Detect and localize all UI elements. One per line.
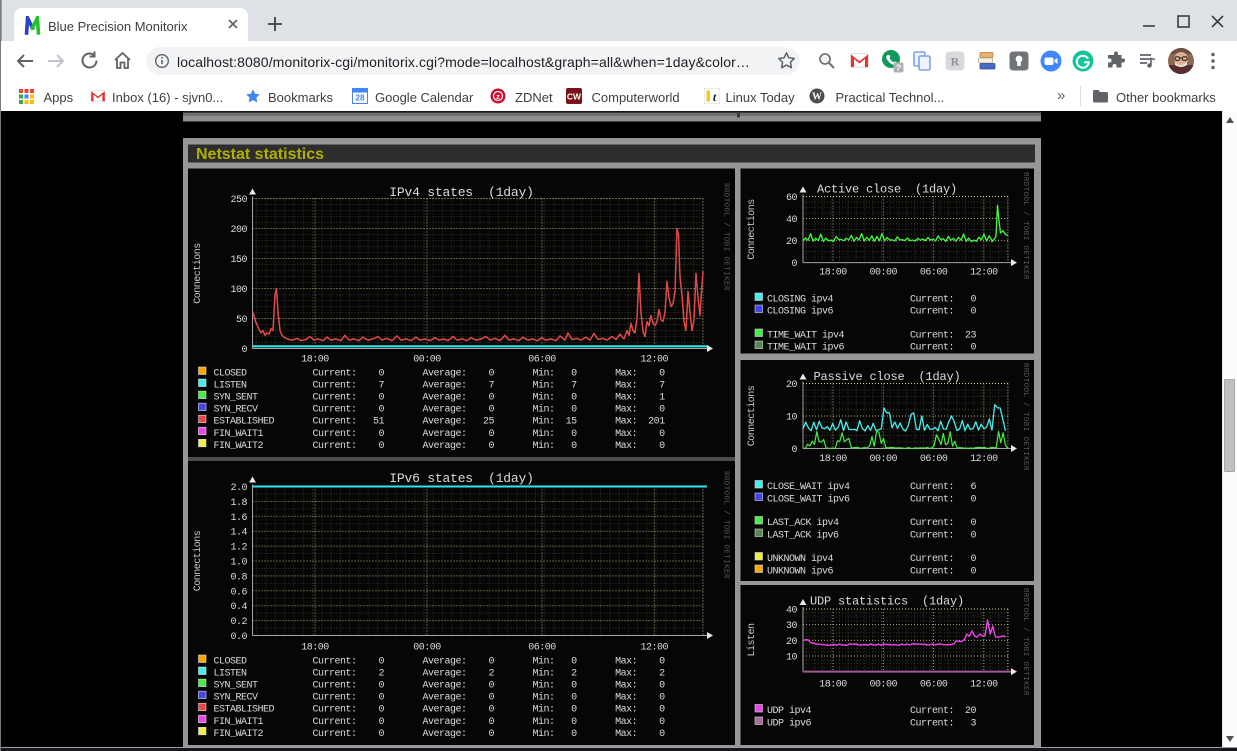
svg-text:0: 0 [241,345,247,356]
svg-text:0.6: 0.6 [230,587,247,598]
svg-text:SYN_SENT Current:: SYN_SENT Current: 0 Average: 0 Min: 0 Ma… [214,392,666,404]
svg-text:LAST_ACK ipv4 Curr: LAST_ACK ipv4 Current: 0 [767,517,977,529]
svg-text:06:00: 06:00 [920,680,948,691]
svg-text:Connections: Connections [192,530,204,591]
svg-text:?: ? [896,63,901,73]
svg-text:Connections: Connections [192,243,204,304]
svg-text:20: 20 [786,380,798,391]
svg-text:0: 0 [791,259,797,270]
svg-text:CLOSED Current:: CLOSED Current: 0 Average: 0 Min: 0 Max:… [214,368,666,380]
svg-text:RRDTOOL / TOBI OETIKER: RRDTOOL / TOBI OETIKER [1021,588,1029,696]
svg-text:LISTEN Current:: LISTEN Current: 7 Average: 7 Min: 7 Max:… [214,380,666,392]
svg-text:IPv4 states (1day): IPv4 states (1day) [389,185,533,200]
svg-text:30: 30 [786,621,798,632]
svg-text:Netstat statistics: Netstat statistics [196,146,324,163]
svg-text:1.0: 1.0 [230,558,247,569]
svg-text:CLOSING ipv6 Curr: CLOSING ipv6 Current: 0 [767,306,977,318]
svg-text:1.4: 1.4 [230,528,247,539]
svg-text:LISTEN Current:: LISTEN Current: 2 Average: 2 Min: 2 Max:… [214,668,666,680]
svg-text:CLOSING ipv4 Curr: CLOSING ipv4 Current: 0 [767,294,977,306]
svg-text:SYN_SENT Current:: SYN_SENT Current: 0 Average: 0 Min: 0 Ma… [214,680,666,692]
svg-text:0: 0 [791,445,797,456]
svg-text:12:00: 12:00 [970,454,998,465]
svg-text:UDP statistics (1day): UDP statistics (1day) [810,595,964,609]
svg-text:RRDTOOL / TOBI OETIKER: RRDTOOL / TOBI OETIKER [1021,172,1029,280]
svg-text:12:00: 12:00 [970,680,998,691]
svg-text:06:00: 06:00 [920,268,948,279]
svg-text:SYN_RECV Current:: SYN_RECV Current: 0 Average: 0 Min: 0 Ma… [214,404,666,416]
svg-text:UDP ipv4 Curr: UDP ipv4 Current: 20 [767,705,977,717]
svg-text:00:00: 00:00 [870,454,898,465]
svg-text:Listen: Listen [746,623,758,657]
svg-text:00:00: 00:00 [413,354,441,365]
svg-text:Passive close (1day): Passive close (1day) [813,370,960,384]
svg-text:W: W [812,92,822,103]
svg-text:40: 40 [786,215,798,226]
svg-text:IPv6 states (1day): IPv6 states (1day) [389,471,533,486]
svg-text:FIN_WAIT2 Current:: FIN_WAIT2 Current: 0 Average: 0 Min: 0 M… [214,440,666,452]
svg-text:CLOSED Current:: CLOSED Current: 0 Average: 0 Min: 0 Max:… [214,656,666,668]
svg-text:R: R [951,55,960,69]
svg-text:0.0: 0.0 [230,632,247,643]
svg-text:FIN_WAIT1 Current:: FIN_WAIT1 Current: 0 Average: 0 Min: 0 M… [214,716,666,728]
svg-text:18:00: 18:00 [301,643,329,654]
svg-text:UDP ipv6 Curr: UDP ipv6 Current: 3 [767,718,977,730]
svg-text:10: 10 [786,413,798,424]
svg-text:1.6: 1.6 [230,513,247,524]
svg-text:1.2: 1.2 [230,543,247,554]
svg-text:20: 20 [786,237,798,248]
svg-text:RRDTOOL / TOBI OETIKER: RRDTOOL / TOBI OETIKER [1021,363,1029,471]
svg-text:18:00: 18:00 [819,268,847,279]
svg-text:100: 100 [230,285,247,296]
svg-text:CW: CW [567,92,582,102]
svg-text:ESTABLISHED Current:: ESTABLISHED Current: 0 Average: 0 Min: 0… [214,704,666,716]
svg-text:RRDTOOL / TOBI OETIKER: RRDTOOL / TOBI OETIKER [722,471,730,579]
svg-text:SYN_RECV Current:: SYN_RECV Current: 0 Average: 0 Min: 0 Ma… [214,692,666,704]
svg-text:2.0: 2.0 [230,483,247,494]
svg-text:CLOSE_WAIT ipv4 Curr: CLOSE_WAIT ipv4 Current: 6 [767,481,977,493]
svg-text:0.4: 0.4 [230,602,247,613]
svg-text:Connections: Connections [746,199,758,260]
svg-text:ESTABLISHED Current: 5: ESTABLISHED Current: 51 Average: 25 Min:… [214,416,666,428]
svg-text:06:00: 06:00 [528,354,556,365]
svg-text:UNKNOWN ipv4 Curr: UNKNOWN ipv4 Current: 0 [767,553,977,565]
svg-text:06:00: 06:00 [920,454,948,465]
svg-text:00:00: 00:00 [870,268,898,279]
svg-text:12:00: 12:00 [641,643,669,654]
svg-text:250: 250 [230,195,247,206]
svg-text:18:00: 18:00 [819,454,847,465]
svg-text:10: 10 [786,653,798,664]
svg-text:LAST_ACK ipv6 Curr: LAST_ACK ipv6 Current: 0 [767,530,977,542]
svg-text:TIME_WAIT ipv6 Curr: TIME_WAIT ipv6 Current: 0 [767,342,977,354]
svg-text:00:00: 00:00 [870,680,898,691]
svg-text:FIN_WAIT2 Current:: FIN_WAIT2 Current: 0 Average: 0 Min: 0 M… [214,728,666,740]
svg-text:RRDTOOL / TOBI OETIKER: RRDTOOL / TOBI OETIKER [722,183,730,291]
svg-text:60: 60 [786,193,798,204]
svg-text:FIN_WAIT1 Current:: FIN_WAIT1 Current: 0 Average: 0 Min: 0 M… [214,428,666,440]
svg-text:0.8: 0.8 [230,572,247,583]
svg-text:200: 200 [230,225,247,236]
svg-text:28: 28 [355,94,364,103]
svg-text:12:00: 12:00 [970,268,998,279]
svg-text:00:00: 00:00 [413,643,441,654]
svg-text:40: 40 [786,606,798,617]
svg-text:06:00: 06:00 [528,643,556,654]
svg-text:18:00: 18:00 [819,680,847,691]
svg-text:Active close (1day): Active close (1day) [817,183,957,197]
svg-text:Connections: Connections [746,385,758,446]
svg-text:18:00: 18:00 [301,354,329,365]
svg-text:CLOSE_WAIT ipv6 Curr: CLOSE_WAIT ipv6 Current: 0 [767,494,977,506]
svg-text:12:00: 12:00 [641,354,669,365]
svg-text:50: 50 [236,315,248,326]
svg-text:20: 20 [786,637,798,648]
svg-text:1.8: 1.8 [230,498,247,509]
svg-text:150: 150 [230,255,247,266]
svg-text:UNKNOWN ipv6 Curr: UNKNOWN ipv6 Current: 0 [767,566,977,578]
svg-text:TIME_WAIT ipv4 Curr: TIME_WAIT ipv4 Current: 23 [767,330,977,342]
svg-text:0.2: 0.2 [230,617,247,628]
svg-text:z: z [496,92,500,101]
